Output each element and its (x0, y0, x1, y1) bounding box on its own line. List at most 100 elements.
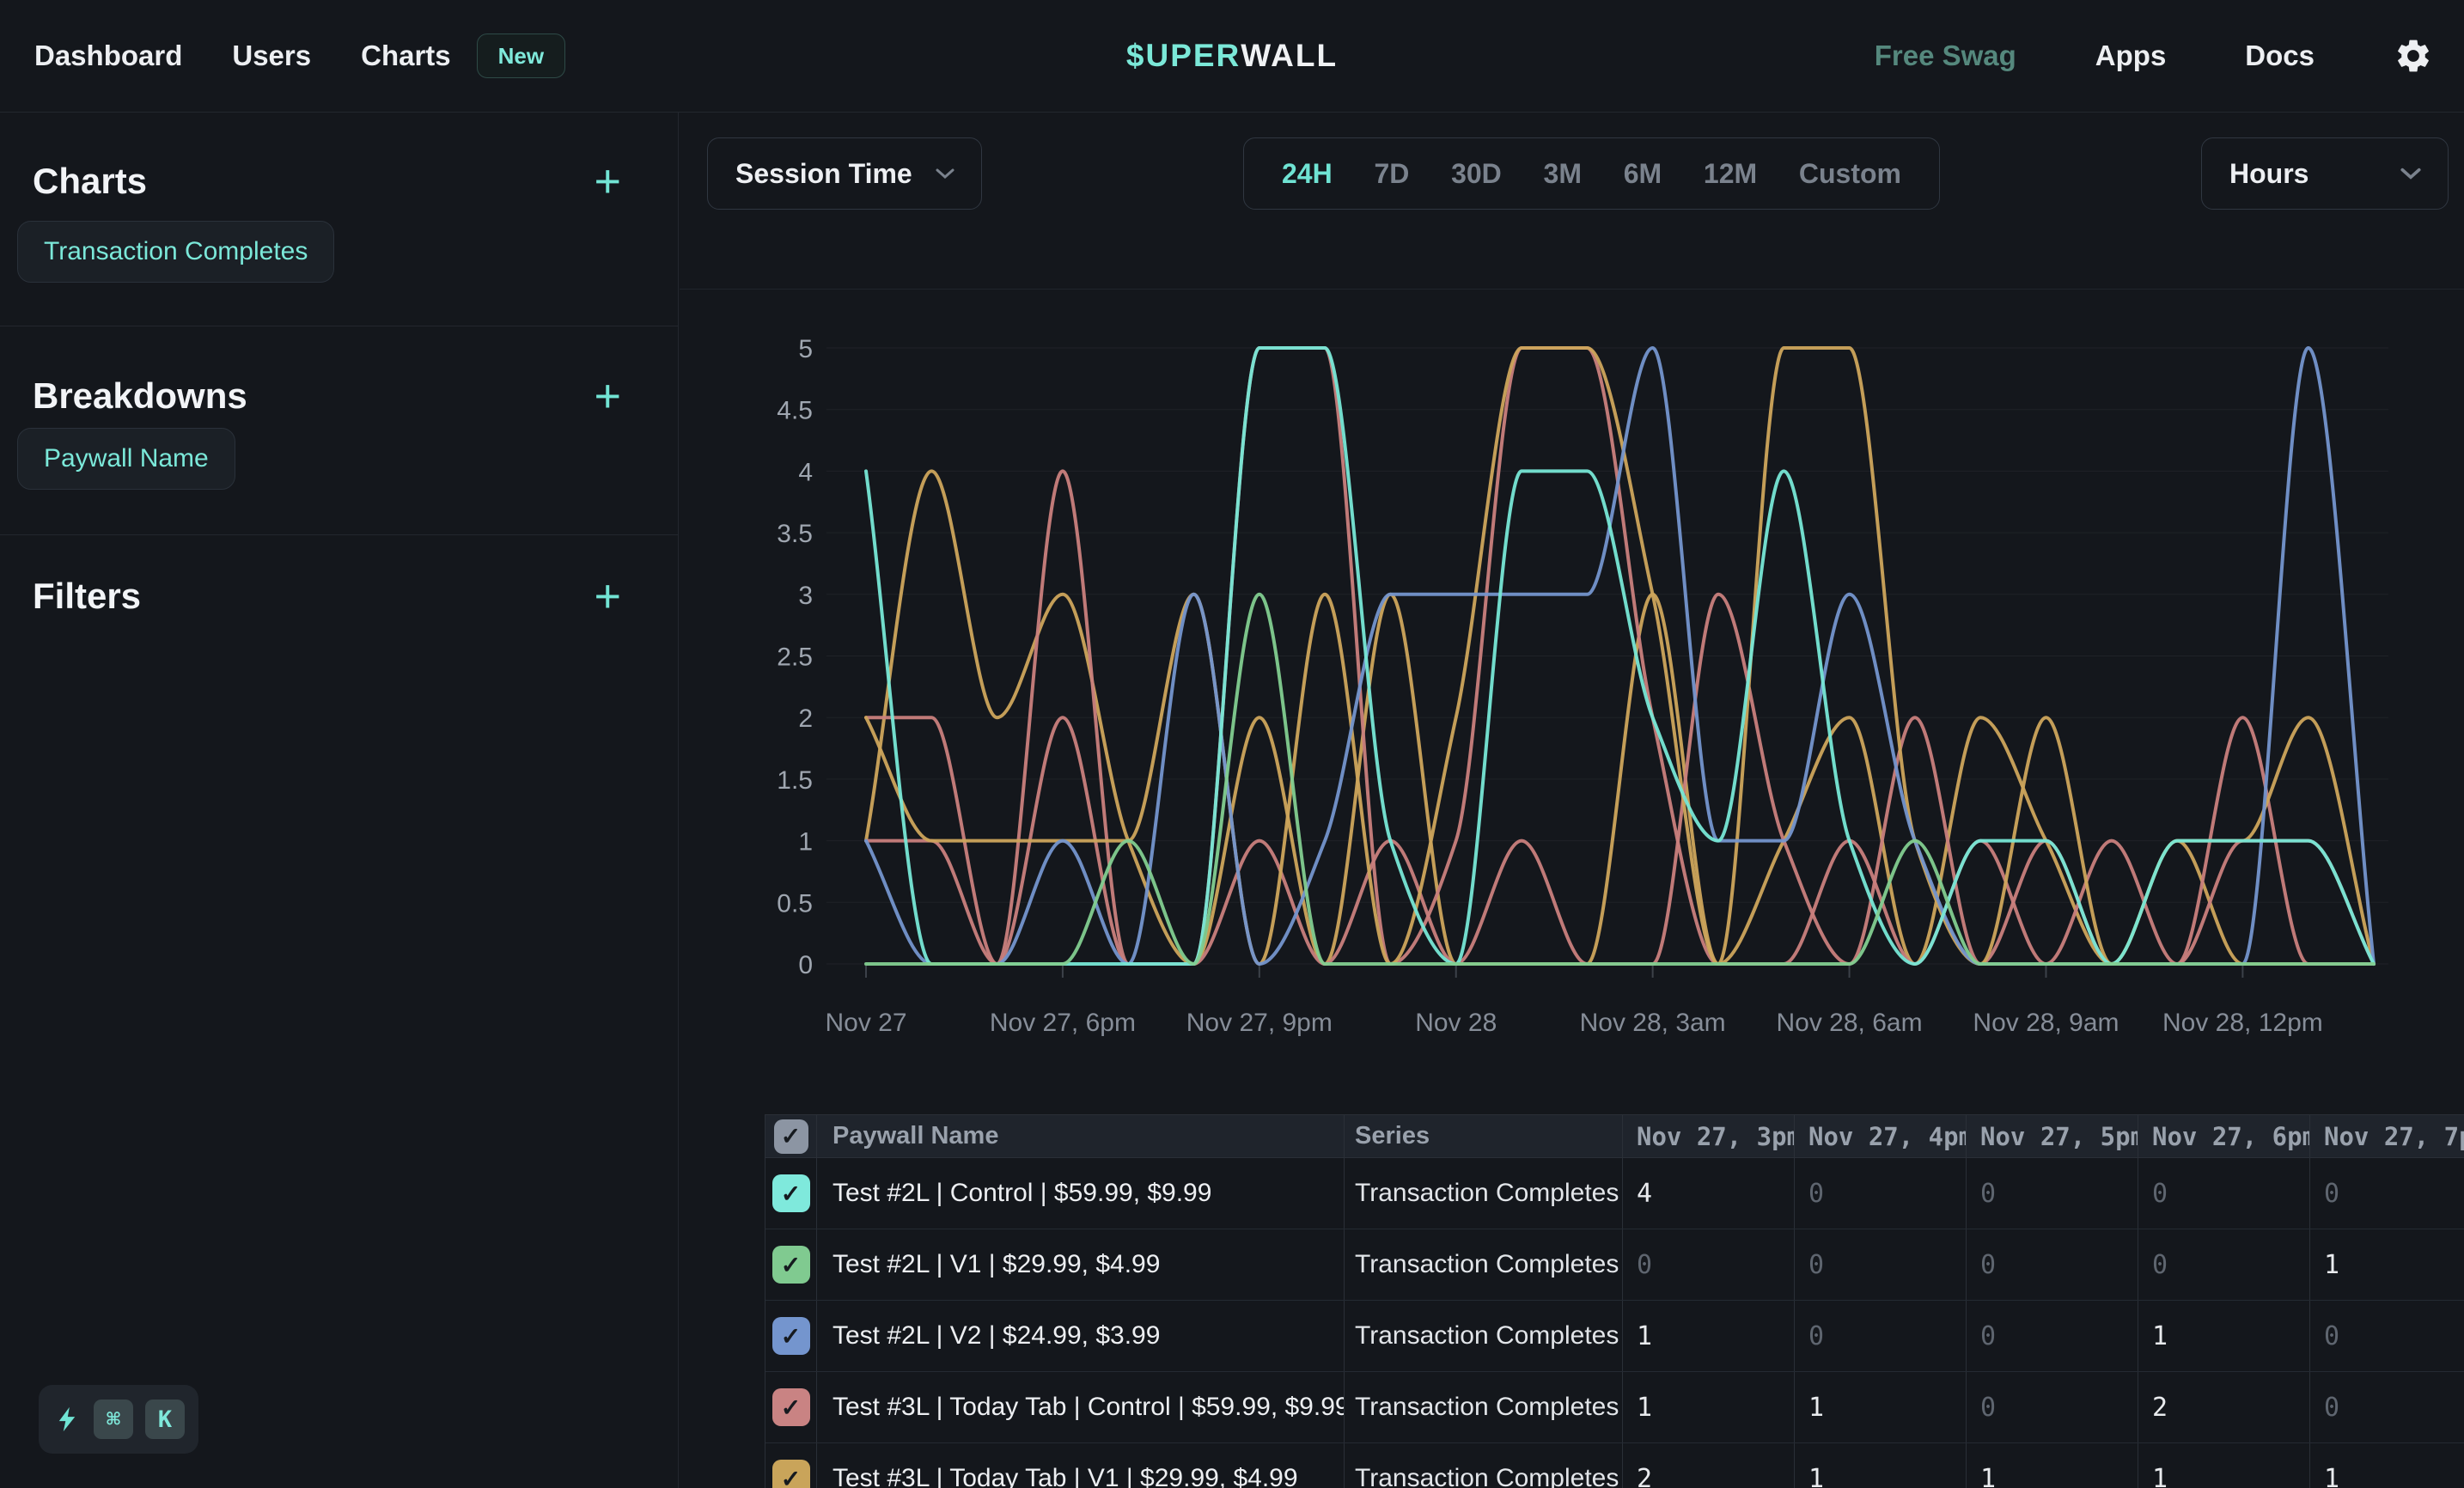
nav-link-free-swag[interactable]: Free Swag (1875, 40, 2016, 72)
lightning-icon (52, 1405, 82, 1434)
x-axis-label: Nov 27 (825, 1009, 906, 1037)
chart-svg: 00.511.522.533.544.55Nov 27Nov 27, 6pmNo… (754, 318, 2464, 1065)
value-text: 1 (1637, 1393, 1652, 1423)
sidebar-divider (0, 534, 678, 535)
pill-transaction-completes[interactable]: Transaction Completes (17, 221, 334, 283)
value-text: 0 (2324, 1393, 2339, 1423)
section-title: Charts (33, 161, 147, 202)
pill-row: Paywall Name (17, 428, 661, 490)
add-filters-button[interactable]: + (594, 573, 621, 619)
metric-select-value: Session Time (708, 158, 912, 190)
value-text: 1 (1637, 1321, 1652, 1351)
new-badge: New (477, 34, 565, 78)
nav-item-label: Dashboard (34, 40, 182, 72)
nav-link-apps[interactable]: Apps (2095, 40, 2167, 72)
value-cell: 0 (1795, 1158, 1967, 1229)
value-cell: 1 (1623, 1372, 1795, 1442)
series-cell: Transaction Completes (1345, 1443, 1623, 1488)
range-6m[interactable]: 6M (1624, 158, 1662, 190)
paywall-name-cell: Test #3L | Today Tab | Control | $59.99,… (817, 1372, 1345, 1442)
y-axis-label: 1.5 (777, 766, 813, 795)
row-checkbox[interactable]: ✓ (772, 1246, 810, 1284)
header-paywall-name: Paywall Name (817, 1115, 1345, 1157)
header-hour-col: Nov 27, 4pm (1795, 1115, 1967, 1157)
value-cell: 1 (2138, 1301, 2310, 1371)
nav-item-users[interactable]: Users (232, 40, 311, 72)
value-cell: 0 (1967, 1158, 2138, 1229)
value-text: 2 (1637, 1464, 1652, 1488)
row-checkbox-cell: ✓ (765, 1443, 817, 1488)
header-hour-col: Nov 27, 7pm (2310, 1115, 2464, 1157)
nav-item-charts[interactable]: ChartsNew (361, 34, 565, 78)
range-custom[interactable]: Custom (1799, 158, 1901, 190)
value-text: 0 (2152, 1179, 2168, 1209)
header-hour-col: Nov 27, 5pm (1967, 1115, 2138, 1157)
value-text: 0 (1808, 1179, 1824, 1209)
toolbar-divider (680, 289, 2464, 290)
y-axis-label: 2 (798, 704, 813, 733)
value-text: 2 (2152, 1393, 2168, 1423)
value-text: 1 (2152, 1464, 2168, 1488)
y-axis-label: 3 (798, 582, 813, 610)
value-text: 0 (2152, 1250, 2168, 1280)
row-checkbox-cell: ✓ (765, 1158, 817, 1229)
range-30d[interactable]: 30D (1451, 158, 1502, 190)
value-cell: 2 (2138, 1372, 2310, 1442)
x-axis-label: Nov 28 (1415, 1009, 1497, 1037)
y-axis-label: 5 (798, 335, 813, 363)
table-row[interactable]: ✓Test #3L | Today Tab | V1 | $29.99, $4.… (765, 1443, 2464, 1488)
value-cell: 2 (1623, 1443, 1795, 1488)
unit-select[interactable]: Hours (2201, 137, 2449, 210)
chevron-down-icon (2400, 167, 2422, 180)
range-7d[interactable]: 7D (1374, 158, 1409, 190)
series-cell: Transaction Completes (1345, 1158, 1623, 1229)
value-text: 0 (1980, 1393, 1996, 1423)
value-text: 1 (1808, 1464, 1824, 1488)
value-cell: 0 (1623, 1229, 1795, 1300)
command-palette-shortcut[interactable]: ⌘K (39, 1385, 198, 1454)
value-cell: 1 (1623, 1301, 1795, 1371)
value-cell: 0 (2138, 1158, 2310, 1229)
row-checkbox[interactable]: ✓ (772, 1174, 810, 1212)
value-text: 0 (1980, 1250, 1996, 1280)
x-axis-label: Nov 28, 3am (1580, 1009, 1726, 1037)
header-hour-col: Nov 27, 6pm (2138, 1115, 2310, 1157)
range-3m[interactable]: 3M (1544, 158, 1582, 190)
table-row[interactable]: ✓Test #3L | Today Tab | Control | $59.99… (765, 1372, 2464, 1443)
range-12m[interactable]: 12M (1704, 158, 1757, 190)
time-range-group: 24H 7D 30D 3M 6M 12M Custom (1243, 137, 1940, 210)
table-row[interactable]: ✓Test #2L | V1 | $29.99, $4.99Transactio… (765, 1229, 2464, 1301)
row-checkbox[interactable]: ✓ (772, 1388, 810, 1426)
unit-select-value: Hours (2202, 158, 2308, 190)
nav-item-dashboard[interactable]: Dashboard (34, 40, 182, 72)
add-breakdowns-button[interactable]: + (594, 373, 621, 419)
series-cell: Transaction Completes (1345, 1372, 1623, 1442)
select-all-checkbox[interactable]: ✓ (774, 1119, 808, 1154)
logo: $UPERWALL (1126, 0, 1338, 112)
value-cell: 0 (2310, 1158, 2464, 1229)
top-nav: Dashboard Users ChartsNew $UPERWALL Free S… (0, 0, 2464, 113)
range-24h[interactable]: 24H (1282, 158, 1333, 190)
metric-select[interactable]: Session Time (707, 137, 982, 210)
value-cell: 0 (2310, 1372, 2464, 1442)
value-text: 0 (1808, 1321, 1824, 1351)
y-axis-label: 4.5 (777, 397, 813, 425)
series-cell: Transaction Completes (1345, 1301, 1623, 1371)
value-cell: 1 (2310, 1443, 2464, 1488)
nav-link-docs[interactable]: Docs (2245, 40, 2315, 72)
value-cell: 1 (1795, 1443, 1967, 1488)
row-checkbox[interactable]: ✓ (772, 1460, 810, 1488)
x-axis-label: Nov 28, 6am (1777, 1009, 1923, 1037)
table-row[interactable]: ✓Test #2L | V2 | $24.99, $3.99Transactio… (765, 1301, 2464, 1372)
value-cell: 0 (2138, 1229, 2310, 1300)
row-checkbox[interactable]: ✓ (772, 1317, 810, 1355)
value-cell: 1 (2138, 1443, 2310, 1488)
value-text: 0 (1980, 1321, 1996, 1351)
gear-icon[interactable] (2394, 36, 2433, 76)
pill-paywall-name[interactable]: Paywall Name (17, 428, 235, 490)
section-title: Filters (33, 576, 141, 617)
value-cell: 1 (1795, 1372, 1967, 1442)
value-text: 0 (1808, 1250, 1824, 1280)
add-charts-button[interactable]: + (594, 158, 621, 204)
table-row[interactable]: ✓Test #2L | Control | $59.99, $9.99Trans… (765, 1158, 2464, 1229)
